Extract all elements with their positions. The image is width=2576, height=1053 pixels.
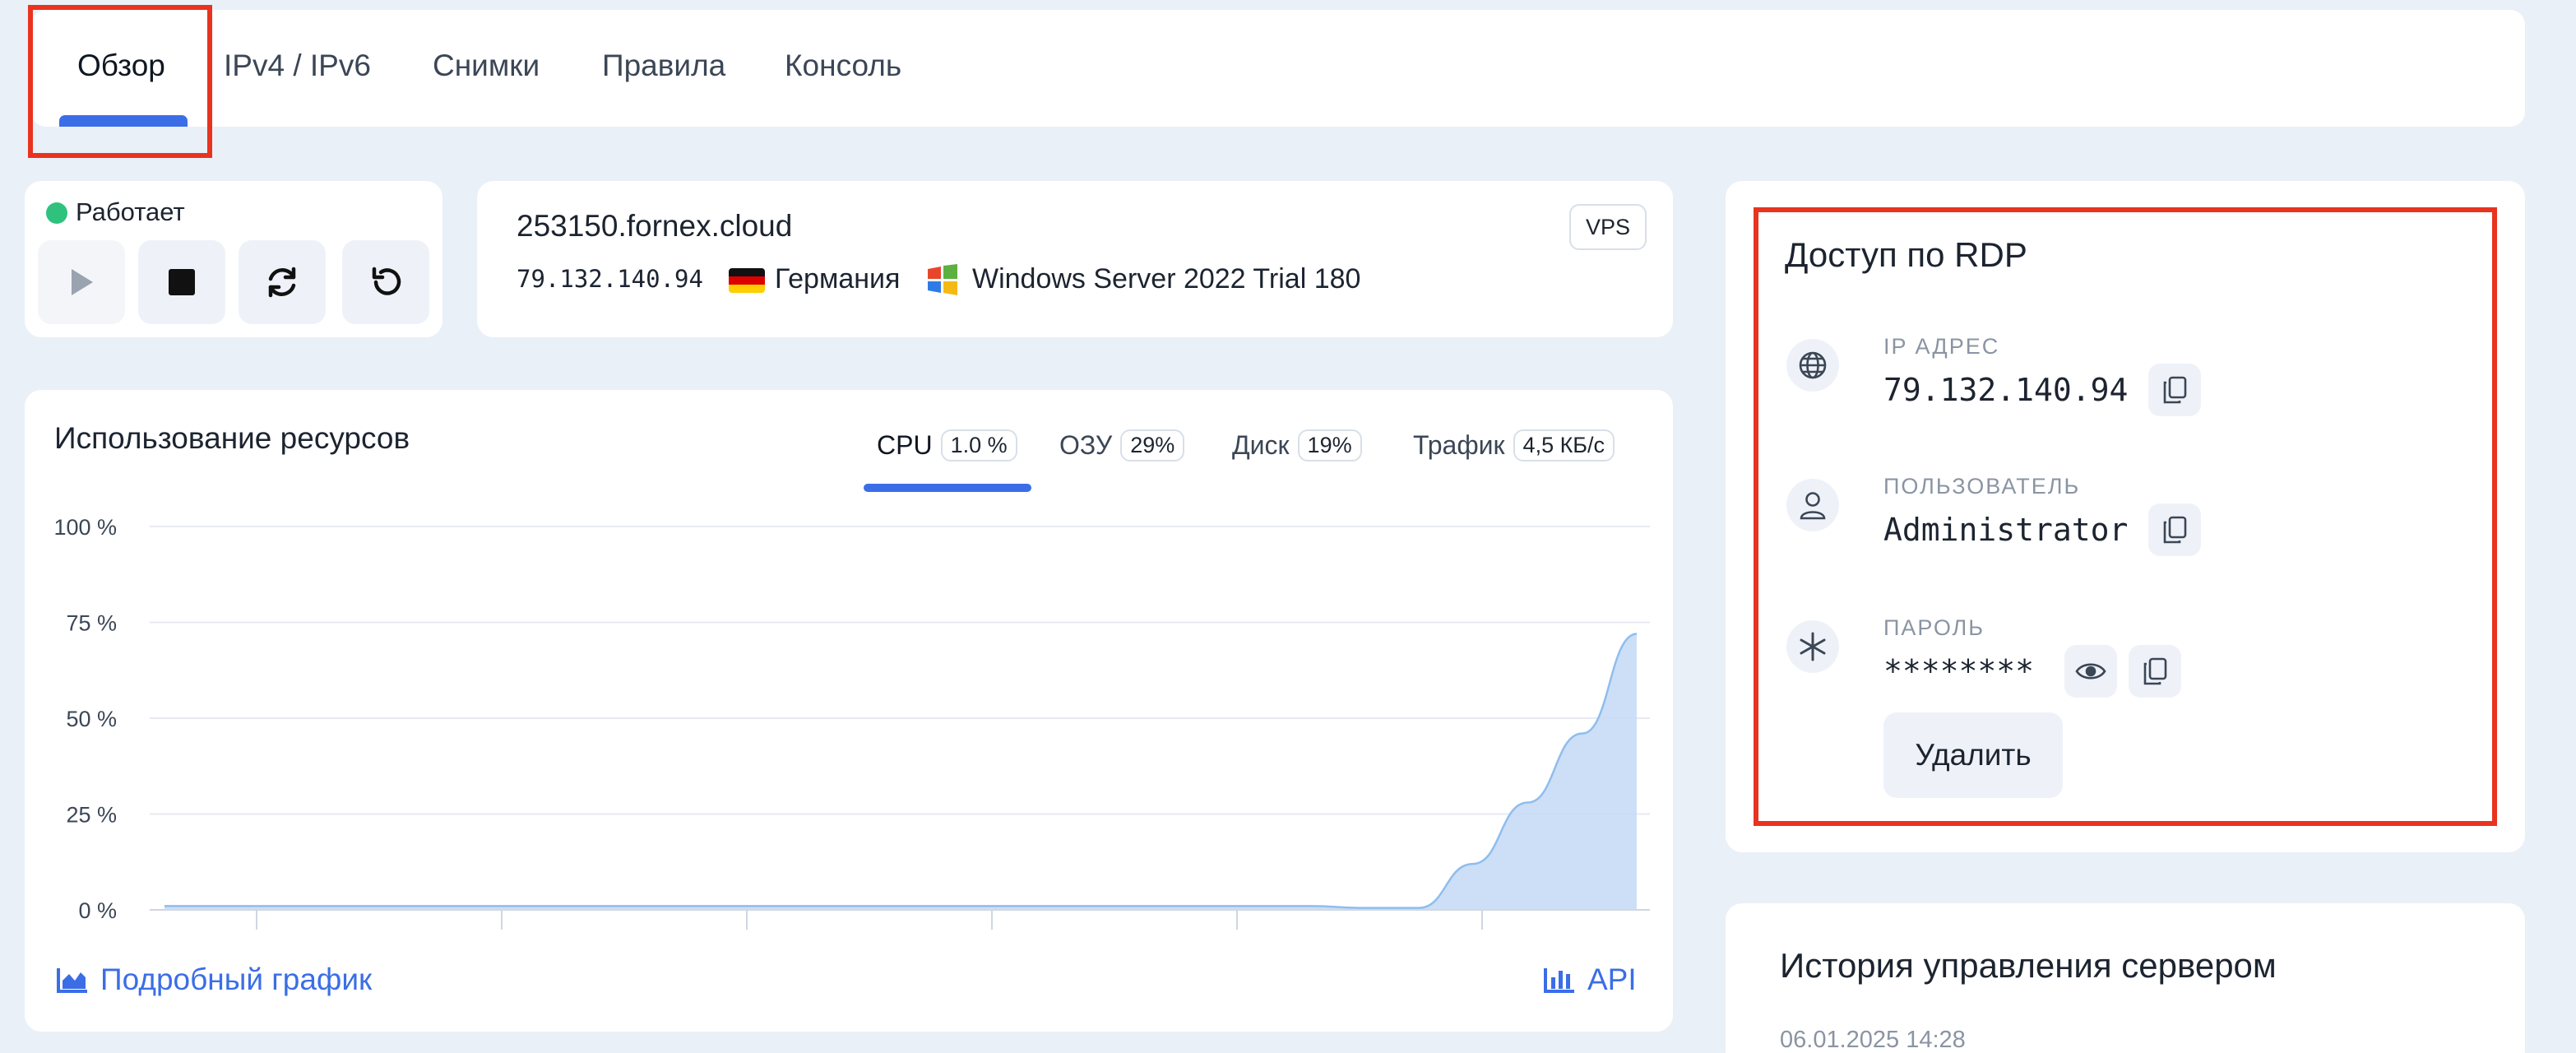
server-os: Windows Server 2022 Trial 180 — [972, 263, 1361, 295]
server-hostname: 253150.fornex.cloud — [517, 209, 793, 243]
detailed-chart-label: Подробный график — [100, 963, 373, 996]
tabs-bar — [31, 10, 2525, 127]
tab-overview[interactable]: Обзор — [77, 48, 165, 84]
status-label: Работает — [76, 197, 185, 226]
rdp-title: Доступ по RDP — [1785, 235, 2027, 274]
user-icon — [1786, 479, 1839, 531]
undo-icon — [372, 267, 401, 295]
history-entry-date: 06.01.2025 14:28 — [1780, 1027, 1966, 1053]
y-tick-label: 25 % — [66, 803, 117, 828]
resource-usage-card: Использование ресурсов CPU 1.0 % ОЗУ 29%… — [25, 390, 1673, 1032]
stop-icon — [169, 269, 195, 295]
server-country: Германия — [775, 263, 901, 295]
copy-icon — [2163, 376, 2187, 404]
cpu-usage-chart: 100 % 75 % 50 % 25 % 0 % — [53, 515, 1650, 930]
server-ip: 79.132.140.94 — [517, 265, 703, 293]
copy-icon — [2163, 516, 2187, 544]
power-controls: Работает — [25, 181, 442, 337]
asterisk-icon — [1786, 620, 1839, 673]
play-icon — [72, 269, 93, 295]
server-info: 253150.fornex.cloud VPS 79.132.140.94 Ге… — [477, 181, 1673, 337]
vps-badge: VPS — [1568, 204, 1647, 250]
area-chart-icon — [57, 968, 87, 993]
ip-address-value: 79.132.140.94 — [1883, 372, 2129, 408]
bar-chart-icon — [1544, 968, 1574, 993]
tab-rules[interactable]: Правила — [602, 48, 725, 84]
copy-ip-button[interactable] — [2148, 364, 2201, 416]
refresh-icon — [268, 267, 296, 298]
detailed-chart-link[interactable]: Подробный график — [56, 963, 372, 997]
globe-icon — [1786, 339, 1839, 392]
username-label: ПОЛЬЗОВАТЕЛЬ — [1883, 474, 2081, 499]
cpu-series-line — [164, 633, 1638, 909]
reset-button[interactable] — [342, 240, 429, 324]
y-tick-label: 0 % — [78, 898, 117, 923]
tab-snapshots[interactable]: Снимки — [433, 48, 540, 84]
copy-icon — [2143, 657, 2167, 685]
password-value: ******** — [1883, 653, 2035, 689]
ip-address-label: IP АДРЕС — [1883, 334, 2000, 359]
restart-button[interactable] — [239, 240, 326, 324]
windows-logo-icon — [928, 264, 957, 295]
copy-username-button[interactable] — [2148, 503, 2201, 556]
delete-rdp-button[interactable]: Удалить — [1883, 712, 2063, 798]
api-label: API — [1587, 963, 1637, 996]
cpu-area-fill — [164, 633, 1637, 910]
tab-console[interactable]: Консоль — [785, 48, 901, 84]
germany-flag-icon — [729, 268, 765, 293]
eye-icon — [2075, 663, 2106, 680]
copy-password-button[interactable] — [2129, 645, 2181, 698]
tab-ipv4-ipv6[interactable]: IPv4 / IPv6 — [224, 48, 371, 84]
api-link[interactable]: API — [1543, 963, 1637, 997]
y-tick-label: 75 % — [66, 611, 117, 636]
username-value: Administrator — [1883, 512, 2129, 548]
server-history-title: История управления сервером — [1780, 946, 2277, 985]
status-indicator — [46, 202, 67, 224]
stop-button[interactable] — [138, 240, 225, 324]
active-tab-indicator — [59, 115, 188, 127]
y-tick-label: 50 % — [66, 707, 117, 731]
show-password-button[interactable] — [2064, 645, 2117, 698]
y-tick-label: 100 % — [53, 515, 117, 540]
password-label: ПАРОЛЬ — [1883, 615, 1985, 640]
start-button[interactable] — [38, 240, 125, 324]
